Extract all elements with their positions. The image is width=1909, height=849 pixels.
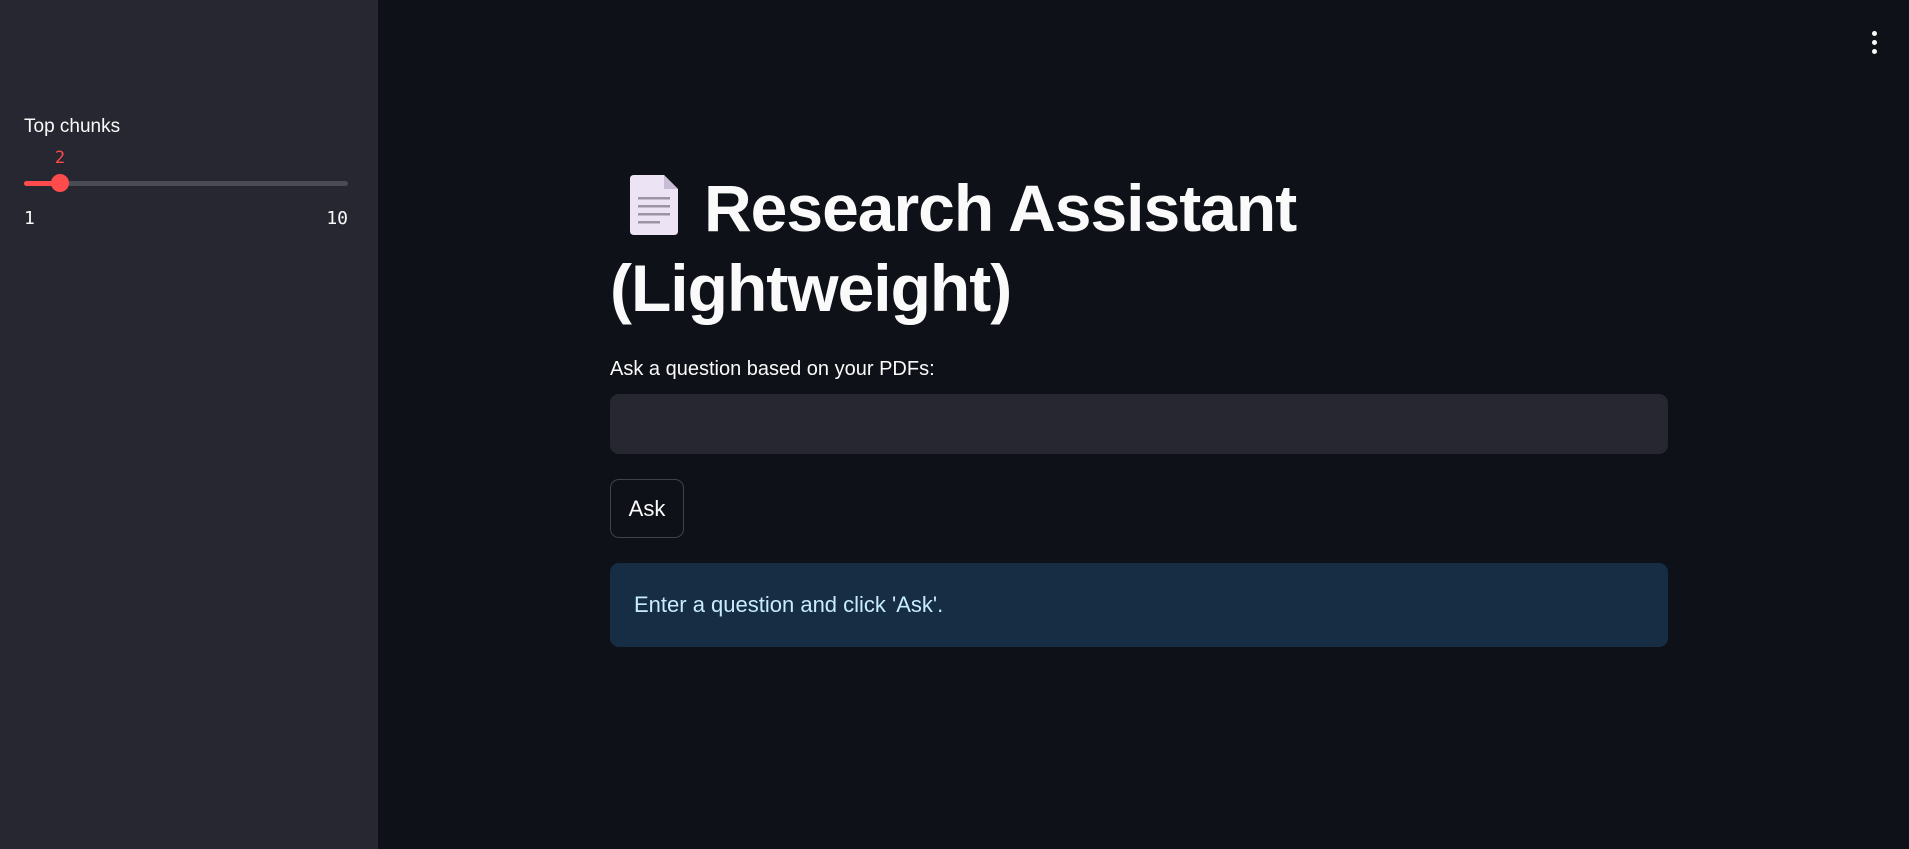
page-title-text: Research Assistant (Lightweight) [610, 171, 1297, 325]
page-facing-up-icon [628, 173, 680, 237]
slider-min-label: 1 [24, 208, 35, 229]
slider-thumb[interactable] [51, 174, 69, 192]
slider-current-value: 2 [54, 148, 66, 168]
info-message: Enter a question and click 'Ask'. [634, 592, 944, 617]
kebab-menu-icon-dot [1871, 39, 1877, 45]
main-menu-button[interactable] [1859, 24, 1889, 60]
question-input[interactable] [610, 394, 1668, 454]
kebab-menu-icon [1871, 30, 1877, 36]
ask-button[interactable]: Ask [610, 479, 684, 538]
kebab-menu-icon-dot [1871, 48, 1877, 54]
top-chunks-slider[interactable] [24, 174, 348, 192]
sidebar: Top chunks 2 1 10 [0, 0, 378, 849]
slider-label: Top chunks [24, 116, 121, 137]
info-alert: Enter a question and click 'Ask'. [610, 563, 1668, 647]
question-label: Ask a question based on your PDFs: [610, 358, 935, 380]
slider-max-label: 10 [326, 208, 348, 229]
page-title: Research Assistant (Lightweight) [610, 168, 1668, 328]
app-root: Top chunks 2 1 10 Research Assistant (Li… [0, 0, 1909, 849]
